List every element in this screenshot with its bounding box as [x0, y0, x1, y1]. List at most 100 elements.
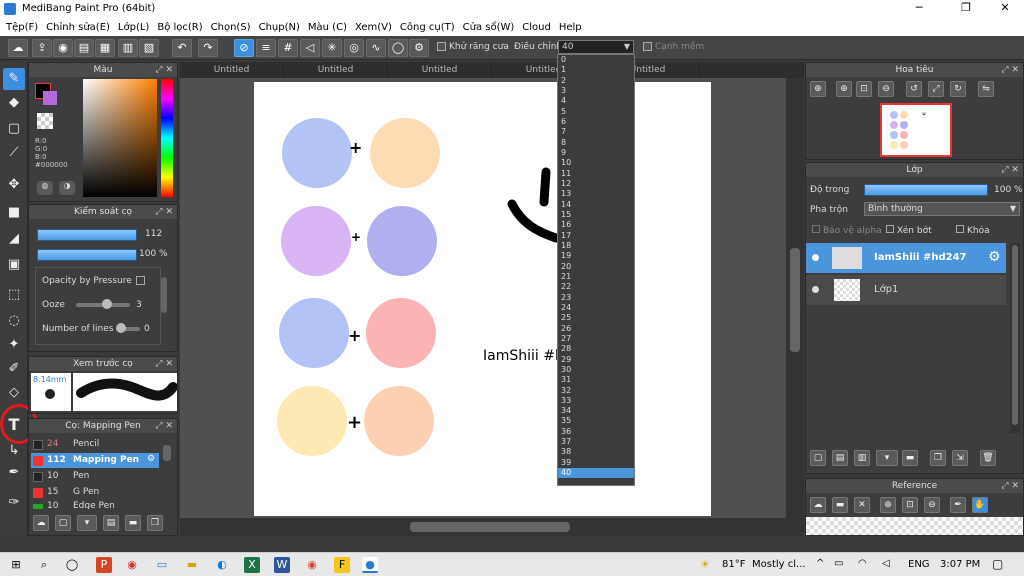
- close-icon[interactable]: ✕: [854, 497, 870, 513]
- duplicate-layer-icon[interactable]: ❐: [930, 450, 946, 466]
- close-icon[interactable]: ⤢ ✕: [155, 63, 173, 77]
- add-brush-icon[interactable]: ▾: [77, 515, 97, 531]
- brush-item-selected[interactable]: 112 Mapping Pen ⚙: [31, 453, 159, 468]
- dropdown-option[interactable]: 28: [558, 344, 634, 354]
- layout-icon[interactable]: ▦: [95, 39, 115, 57]
- menu-select[interactable]: Chọn(S): [211, 22, 251, 33]
- select-eraser-tool-icon[interactable]: ◇: [3, 382, 25, 404]
- upload-icon[interactable]: ⇪: [32, 39, 52, 57]
- dropdown-option[interactable]: 20: [558, 262, 634, 272]
- parallel-snap-icon[interactable]: ≡: [256, 39, 276, 57]
- circle-snap-icon[interactable]: ◎: [344, 39, 364, 57]
- dropdown-option[interactable]: 0: [558, 55, 634, 65]
- zoom-out-icon[interactable]: ⊖: [878, 81, 894, 97]
- menu-help[interactable]: Help: [559, 22, 582, 33]
- horizontal-scrollbar[interactable]: [180, 518, 804, 536]
- grid-snap-icon[interactable]: #: [278, 39, 298, 57]
- eye-icon[interactable]: [812, 286, 819, 293]
- windows-icon[interactable]: ⊞: [8, 557, 24, 573]
- close-button[interactable]: ✕: [990, 1, 1020, 14]
- dropdown-option[interactable]: 9: [558, 148, 634, 158]
- dropdown-option[interactable]: 40: [558, 468, 634, 479]
- app-icon[interactable]: ◉: [124, 557, 140, 573]
- volume-icon[interactable]: ◁: [882, 558, 890, 569]
- zoom-in-icon[interactable]: ⊕: [810, 81, 826, 97]
- new-brush-icon[interactable]: ▢: [55, 515, 71, 531]
- file-explorer-icon[interactable]: ▬: [184, 557, 200, 573]
- excel-icon[interactable]: X: [244, 557, 260, 573]
- scrollbar[interactable]: [163, 445, 171, 461]
- dropdown-option[interactable]: 38: [558, 447, 634, 457]
- clip-checkbox[interactable]: Xén bớt: [886, 225, 932, 236]
- fit-icon[interactable]: ⊡: [856, 81, 872, 97]
- folder-icon[interactable]: ▬: [125, 515, 141, 531]
- rect-tool-icon[interactable]: ▢: [3, 118, 25, 140]
- background-swatch[interactable]: [43, 91, 57, 105]
- snap-icon[interactable]: ▧: [139, 39, 159, 57]
- eyedropper-tool-icon[interactable]: ✒: [3, 462, 25, 484]
- rotate-left-icon[interactable]: ↺: [906, 81, 922, 97]
- gradient-tool-icon[interactable]: ▣: [3, 254, 25, 276]
- correction-select[interactable]: 40 ▼: [558, 40, 634, 54]
- menu-tools[interactable]: Công cụ(T): [400, 22, 455, 33]
- add-layer-dropdown-icon[interactable]: ▾: [876, 450, 898, 466]
- copy-layer-icon[interactable]: ▥: [854, 450, 870, 466]
- brush-opacity-bar[interactable]: [37, 249, 137, 261]
- trash-icon[interactable]: 🗑: [980, 450, 996, 466]
- tray-chevron-icon[interactable]: ^: [816, 558, 824, 569]
- notification-icon[interactable]: ▢: [992, 557, 1003, 571]
- duplicate-icon[interactable]: ❐: [147, 515, 163, 531]
- brush-item[interactable]: 10 Pen: [31, 469, 159, 484]
- layer-opacity-bar[interactable]: [864, 184, 988, 196]
- dropdown-option[interactable]: 10: [558, 158, 634, 168]
- powerpoint-icon[interactable]: P: [96, 557, 112, 573]
- menu-window[interactable]: Cửa sổ(W): [463, 22, 515, 33]
- dropdown-option[interactable]: 27: [558, 334, 634, 344]
- scroll-thumb[interactable]: [790, 248, 800, 352]
- fit-icon[interactable]: ⊡: [902, 497, 918, 513]
- brush-item[interactable]: 24 Pencil: [31, 437, 159, 452]
- dropdown-option[interactable]: 2: [558, 76, 634, 86]
- hand-tool-icon[interactable]: ✑: [3, 492, 25, 514]
- smooth-checkbox[interactable]: Cạnh mềm: [643, 42, 704, 52]
- dropdown-option[interactable]: 3: [558, 86, 634, 96]
- transparent-swatch[interactable]: [37, 113, 53, 129]
- fit-window-icon[interactable]: ⤢: [928, 81, 944, 97]
- eraser-tool-icon[interactable]: ◆: [3, 92, 25, 114]
- hand-icon[interactable]: ✋: [972, 497, 988, 513]
- tab-document[interactable]: Untitled: [284, 62, 388, 78]
- new-layer-icon[interactable]: ▢: [810, 450, 826, 466]
- merge-layer-icon[interactable]: ⇲: [952, 450, 968, 466]
- menu-file[interactable]: Tệp(F): [6, 22, 38, 33]
- close-icon[interactable]: ⤢ ✕: [1001, 63, 1019, 77]
- wifi-icon[interactable]: ◠: [858, 558, 867, 569]
- clock[interactable]: 3:07 PM: [940, 559, 980, 570]
- dropdown-option[interactable]: 16: [558, 220, 634, 230]
- dropdown-option[interactable]: 33: [558, 396, 634, 406]
- tab-document[interactable]: Untitled: [180, 62, 284, 78]
- brush-tool-icon[interactable]: ✎: [3, 68, 25, 90]
- rotate-right-icon[interactable]: ↻: [950, 81, 966, 97]
- monitor-icon[interactable]: ▭: [154, 557, 170, 573]
- dropdown-option[interactable]: 6: [558, 117, 634, 127]
- dropdown-option[interactable]: 12: [558, 179, 634, 189]
- chrome-icon[interactable]: ◉: [304, 557, 320, 573]
- dropdown-option[interactable]: 19: [558, 251, 634, 261]
- dropdown-option[interactable]: 7: [558, 127, 634, 137]
- comment-icon[interactable]: ◉: [53, 39, 73, 57]
- close-icon[interactable]: ⤢ ✕: [1001, 479, 1019, 493]
- menu-layer[interactable]: Lớp(L): [118, 22, 149, 33]
- eyedropper-icon[interactable]: ✒: [950, 497, 966, 513]
- dropdown-option[interactable]: 39: [558, 458, 634, 468]
- flip-icon[interactable]: ⇋: [978, 81, 994, 97]
- navigator-thumbnail[interactable]: ᐡ: [880, 103, 952, 157]
- maximize-button[interactable]: ❐: [951, 1, 981, 14]
- zoom-out-icon[interactable]: ⊖: [924, 497, 940, 513]
- grid-icon[interactable]: ▥: [118, 39, 138, 57]
- tab-document[interactable]: Untitled: [388, 62, 492, 78]
- close-icon[interactable]: ⤢ ✕: [155, 357, 173, 371]
- layer-row[interactable]: Lớp1: [806, 275, 1006, 305]
- app-f-icon[interactable]: F: [334, 557, 350, 573]
- search-icon[interactable]: ⌕: [36, 557, 52, 573]
- color-sv-picker[interactable]: [83, 79, 157, 197]
